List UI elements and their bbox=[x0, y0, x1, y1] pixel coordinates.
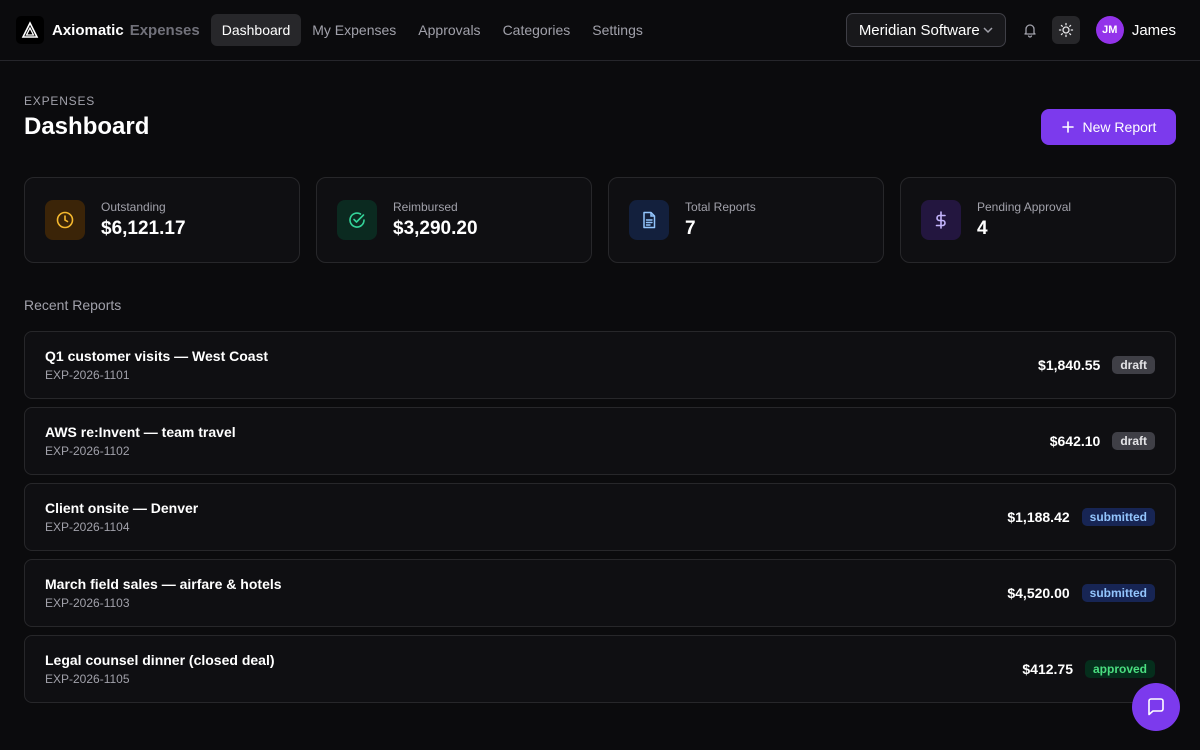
report-amount: $412.75 bbox=[1022, 661, 1073, 677]
nav-dashboard[interactable]: Dashboard bbox=[210, 14, 302, 46]
chat-bubble-icon bbox=[1148, 698, 1164, 716]
status-badge: draft bbox=[1112, 356, 1155, 374]
stat-label: Outstanding bbox=[101, 200, 166, 214]
stat-value: 7 bbox=[685, 218, 696, 239]
stat-label: Pending Approval bbox=[977, 200, 1072, 214]
user-name[interactable]: James bbox=[1132, 22, 1176, 39]
report-amount: $642.10 bbox=[1049, 433, 1101, 449]
status-badge: approved bbox=[1084, 660, 1155, 678]
stat-label: Reimbursed bbox=[393, 200, 458, 214]
notifications-button[interactable] bbox=[1016, 16, 1044, 44]
triangle-logo-icon bbox=[21, 21, 39, 38]
report-id: EXP-2026-1104 bbox=[45, 520, 130, 534]
report-title: March field sales — airfare & hotels bbox=[45, 576, 282, 592]
page-eyebrow: Expenses bbox=[24, 94, 96, 108]
new-report-button[interactable]: New Report bbox=[1041, 109, 1176, 145]
theme-toggle-button[interactable] bbox=[1051, 16, 1080, 44]
sun-icon bbox=[1058, 22, 1073, 38]
report-row[interactable]: Client onsite — Denver EXP-2026-1104 $1,… bbox=[24, 483, 1176, 551]
organization-select-value: Meridian Software bbox=[858, 21, 980, 39]
report-amount: $1,840.55 bbox=[1038, 357, 1101, 373]
report-row[interactable]: Q1 customer visits — West Coast EXP-2026… bbox=[24, 331, 1176, 399]
report-title: AWS re:Invent — team travel bbox=[45, 424, 236, 440]
stats-row: Outstanding $6,121.17 Reimbursed $3,290.… bbox=[24, 177, 1176, 263]
nav-categories[interactable]: Categories bbox=[492, 14, 582, 46]
report-id: EXP-2026-1105 bbox=[45, 672, 130, 686]
status-badge: submitted bbox=[1081, 508, 1155, 526]
chevron-down-icon bbox=[983, 27, 993, 34]
report-row[interactable]: Legal counsel dinner (closed deal) EXP-2… bbox=[24, 635, 1176, 703]
report-title: Q1 customer visits — West Coast bbox=[45, 348, 269, 364]
report-amount: $4,520.00 bbox=[1007, 585, 1070, 601]
stat-card-reimbursed: Reimbursed $3,290.20 bbox=[316, 177, 592, 263]
report-title: Client onsite — Denver bbox=[45, 500, 199, 516]
stat-card-pending-approval: Pending Approval 4 bbox=[900, 177, 1176, 263]
report-title: Legal counsel dinner (closed deal) bbox=[45, 652, 275, 668]
status-badge: draft bbox=[1112, 432, 1155, 450]
stat-card-total-reports: Total Reports 7 bbox=[608, 177, 884, 263]
status-badge: submitted bbox=[1081, 584, 1155, 602]
brand-name: Axiomatic bbox=[52, 21, 124, 39]
nav-settings[interactable]: Settings bbox=[581, 14, 654, 46]
page-title: Dashboard bbox=[24, 113, 150, 140]
stat-value: $6,121.17 bbox=[101, 218, 186, 239]
top-navigation-bar: Axiomatic Expenses Dashboard My Expenses… bbox=[0, 0, 1200, 61]
bell-icon bbox=[1024, 24, 1036, 38]
dollar-icon bbox=[921, 200, 961, 240]
report-amount: $1,188.42 bbox=[1007, 509, 1070, 525]
stat-value: 4 bbox=[977, 218, 988, 239]
nav-my-expenses[interactable]: My Expenses bbox=[301, 14, 407, 46]
main-nav: Dashboard My Expenses Approvals Categori… bbox=[210, 14, 654, 46]
stat-value: $3,290.20 bbox=[393, 218, 478, 239]
stat-label: Total Reports bbox=[685, 200, 756, 214]
plus-icon bbox=[1061, 121, 1074, 133]
nav-approvals[interactable]: Approvals bbox=[407, 14, 491, 46]
new-report-label: New Report bbox=[1082, 119, 1157, 135]
recent-reports-list: Q1 customer visits — West Coast EXP-2026… bbox=[24, 331, 1176, 711]
stat-card-outstanding: Outstanding $6,121.17 bbox=[24, 177, 300, 263]
report-id: EXP-2026-1102 bbox=[45, 444, 130, 458]
brand-subtitle: Expenses bbox=[129, 21, 200, 39]
report-id: EXP-2026-1103 bbox=[45, 596, 130, 610]
report-id: EXP-2026-1101 bbox=[45, 368, 130, 382]
organization-select[interactable]: Meridian Software bbox=[845, 13, 1006, 47]
app-logo[interactable] bbox=[16, 16, 44, 44]
recent-reports-heading: Recent Reports bbox=[24, 297, 122, 313]
check-circle-icon bbox=[337, 200, 377, 240]
file-text-icon bbox=[629, 200, 669, 240]
report-row[interactable]: AWS re:Invent — team travel EXP-2026-110… bbox=[24, 407, 1176, 475]
clock-icon bbox=[45, 200, 85, 240]
user-avatar[interactable]: JM bbox=[1095, 16, 1124, 44]
chat-button[interactable] bbox=[1132, 683, 1180, 731]
report-row[interactable]: March field sales — airfare & hotels EXP… bbox=[24, 559, 1176, 627]
